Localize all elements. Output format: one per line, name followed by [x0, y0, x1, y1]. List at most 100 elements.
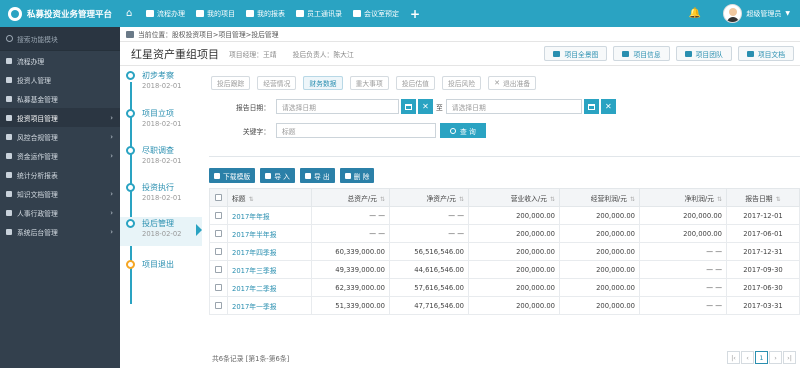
last-page-button[interactable]: ›| — [783, 351, 796, 364]
tab-0[interactable]: 投后跟踪 — [211, 76, 251, 90]
timeline-stage[interactable]: 项目立项 2018-02-01 — [120, 107, 202, 133]
tab-2[interactable]: 财务数据 — [303, 76, 343, 90]
record-summary: 共6条记录 [第1条-第6条] — [212, 355, 290, 363]
select-all-checkbox[interactable] — [209, 188, 228, 207]
chevron-right-icon: › — [774, 353, 777, 362]
sidebar-item[interactable]: 资金运作管理 › — [0, 146, 120, 165]
fund-icon — [6, 95, 12, 102]
sort-icon: ⇅ — [248, 195, 254, 203]
sidebar-item[interactable]: 风控合规管理 › — [0, 127, 120, 146]
date-to-clear-button[interactable]: ✕ — [600, 99, 616, 114]
row-checkbox[interactable] — [209, 260, 228, 279]
date-to-input[interactable]: 请选择日期 — [445, 99, 582, 114]
sidebar-item[interactable]: 知识文档管理 › — [0, 184, 120, 203]
project-team-button[interactable]: 项目团队 — [675, 46, 732, 61]
sort-icon: ⇅ — [629, 195, 635, 203]
tab-5[interactable]: 投后风险 — [441, 76, 482, 90]
sidebar-item[interactable]: 流程办理 — [0, 51, 120, 70]
download-icon — [214, 172, 220, 179]
sidebar-item[interactable]: 系统后台管理 › — [0, 222, 120, 241]
report-title-link[interactable]: 2017年四季报 — [232, 249, 277, 257]
page-number-button[interactable]: 1 — [755, 351, 768, 364]
col-revenue[interactable]: 营业收入/元 ⇅ — [468, 188, 560, 207]
search-button[interactable]: 查 询 — [440, 123, 486, 138]
col-net-assets[interactable]: 净资产/元 ⇅ — [389, 188, 469, 207]
import-button[interactable]: 导 入 — [260, 168, 295, 183]
sidebar-item[interactable]: 投资人管理 — [0, 70, 120, 89]
cell-total-assets: — — — [311, 224, 390, 243]
row-checkbox[interactable] — [209, 224, 228, 243]
table-row: 2017年三季报 49,339,000.00 44,616,546.00 200,00… — [209, 260, 800, 279]
col-operating-profit[interactable]: 经营利润/元 ⇅ — [559, 188, 640, 207]
project-overview-button[interactable]: 项目全景图 — [544, 46, 608, 61]
sidebar-item[interactable]: 统计分析报表 — [0, 165, 120, 184]
nav-my-reports[interactable]: 我的报表 — [246, 9, 285, 19]
tab-1[interactable]: 经营情况 — [257, 76, 297, 90]
add-button[interactable]: + — [410, 8, 420, 20]
checkbox-icon — [215, 302, 222, 309]
keyword-input[interactable]: 标题 — [276, 123, 436, 138]
sidebar-item[interactable]: 人事行政管理 › — [0, 203, 120, 222]
table-row: 2017年二季报 62,339,000.00 57,616,546.00 200,00… — [209, 278, 800, 297]
nav-flow[interactable]: 流程办理 — [146, 9, 185, 19]
sidebar-item[interactable]: 私募基金管理 — [0, 89, 120, 108]
row-checkbox[interactable] — [209, 242, 228, 261]
timeline-stage[interactable]: 尽职调查 2018-02-01 — [120, 144, 202, 170]
monitor-icon — [6, 228, 12, 235]
tab-3[interactable]: 重大事项 — [349, 76, 389, 90]
chevron-right-icon: › — [110, 227, 113, 236]
col-net-profit[interactable]: 净利润/元 ⇅ — [639, 188, 727, 207]
cell-net-assets: — — — [389, 224, 469, 243]
report-title-link[interactable]: 2017年半年报 — [232, 231, 277, 239]
cell-revenue: 200,000.00 — [468, 224, 560, 243]
nav-my-projects[interactable]: 我的项目 — [196, 9, 235, 19]
row-checkbox[interactable] — [209, 278, 228, 297]
home-icon: ⌂ — [126, 7, 133, 19]
nav-contacts[interactable]: 员工通讯录 — [296, 9, 342, 19]
chevron-right-icon: › — [110, 208, 113, 217]
home-button[interactable]: ⌂ — [126, 7, 135, 19]
next-page-button[interactable]: › — [769, 351, 782, 364]
date-to-calendar-button[interactable] — [583, 99, 599, 114]
timeline-stage[interactable]: 投后管理 2018-02-02 — [120, 217, 202, 246]
report-title-link[interactable]: 2017年年报 — [232, 213, 270, 221]
avatar[interactable] — [723, 4, 743, 23]
tab-6[interactable]: ✕ 退出准备 — [488, 76, 537, 90]
table-header-row: 标题 ⇅ 总资产/元 ⇅ 净资产/元 ⇅ 营业收入/元 ⇅ 经营利润/元 ⇅ 净利润/元 ⇅… — [209, 188, 800, 207]
stage-name: 投后管理 — [142, 219, 174, 228]
row-checkbox[interactable] — [209, 206, 228, 225]
checkbox-icon — [215, 266, 222, 273]
export-button[interactable]: 导 出 — [299, 168, 335, 183]
folder-icon — [6, 190, 12, 197]
delete-button[interactable]: 删 除 — [339, 168, 375, 183]
download-template-button[interactable]: 下载模版 — [209, 168, 256, 183]
report-title-link[interactable]: 2017年二季报 — [232, 285, 277, 293]
project-docs-button[interactable]: 项目文档 — [737, 46, 794, 61]
bell-icon[interactable]: 🔔 — [689, 8, 701, 19]
date-from-input[interactable]: 请选择日期 — [276, 99, 399, 114]
nav-meeting-room[interactable]: 会议室预定 — [353, 9, 399, 19]
tab-4[interactable]: 投后估值 — [395, 76, 435, 90]
sidebar-item[interactable]: 投资项目管理 › — [0, 108, 120, 127]
report-title-link[interactable]: 2017年三季报 — [232, 267, 277, 275]
chevron-down-icon[interactable]: ▼ — [785, 10, 790, 17]
col-total-assets[interactable]: 总资产/元 ⇅ — [311, 188, 390, 207]
timeline-stage[interactable]: 投资执行 2018-02-01 — [120, 181, 202, 207]
user-name[interactable]: 超级管理员 — [746, 9, 781, 19]
first-page-button[interactable]: |‹ — [727, 351, 740, 364]
app-logo[interactable]: 私募投资业务管理平台 — [0, 0, 120, 27]
col-title[interactable]: 标题 ⇅ — [227, 188, 312, 207]
date-from-calendar-button[interactable] — [401, 99, 416, 114]
sidebar-item-label: 系统后台管理 — [17, 228, 58, 237]
close-icon: ✕ — [604, 102, 612, 111]
row-checkbox[interactable] — [209, 296, 228, 315]
report-title-link[interactable]: 2017年一季报 — [232, 303, 277, 311]
sidebar-search[interactable]: 搜索功能模块 — [0, 27, 120, 51]
person-icon — [6, 209, 12, 216]
project-info-button[interactable]: 项目信息 — [613, 46, 670, 61]
timeline-stage[interactable]: 初步考察 2018-02-01 — [120, 69, 202, 95]
date-from-clear-button[interactable]: ✕ — [418, 99, 433, 114]
timeline-stage[interactable]: 项目退出 — [120, 258, 202, 284]
col-report-date[interactable]: 报告日期 ⇅ — [726, 188, 800, 207]
prev-page-button[interactable]: ‹ — [741, 351, 754, 364]
